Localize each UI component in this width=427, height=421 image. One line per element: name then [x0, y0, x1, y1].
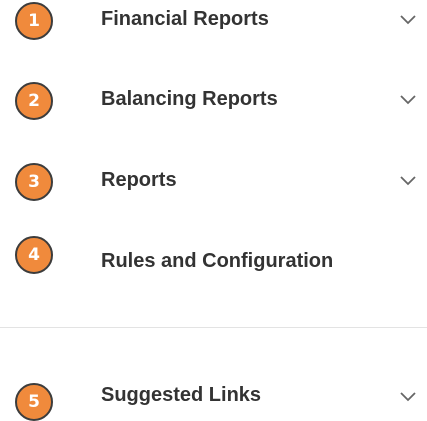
- menu-item-reports[interactable]: 3 Reports: [0, 163, 427, 207]
- menu-item-label: Suggested Links: [101, 384, 262, 406]
- step-badge: 1: [15, 2, 53, 40]
- menu-item-label: Reports: [101, 169, 177, 191]
- step-badge: 4: [15, 236, 53, 274]
- menu-item-label: Rules and Configuration: [101, 250, 334, 272]
- menu-item-suggested-links[interactable]: 5 Suggested Links: [0, 377, 427, 421]
- step-badge: 2: [15, 82, 53, 120]
- step-badge: 3: [15, 163, 53, 201]
- menu-item-label: Financial Reports: [101, 8, 269, 30]
- menu-item-rules-and-configuration[interactable]: 4 Rules and Configuration: [0, 236, 427, 280]
- chevron-down-icon[interactable]: [399, 94, 417, 106]
- chevron-down-icon[interactable]: [399, 175, 417, 187]
- section-divider: [0, 327, 427, 328]
- menu-item-financial-reports[interactable]: 1 Financial Reports: [0, 2, 427, 46]
- step-badge: 5: [15, 383, 53, 421]
- menu-item-label: Balancing Reports: [101, 88, 278, 110]
- menu-item-balancing-reports[interactable]: 2 Balancing Reports: [0, 82, 427, 126]
- chevron-down-icon[interactable]: [399, 14, 417, 26]
- chevron-down-icon[interactable]: [399, 391, 417, 403]
